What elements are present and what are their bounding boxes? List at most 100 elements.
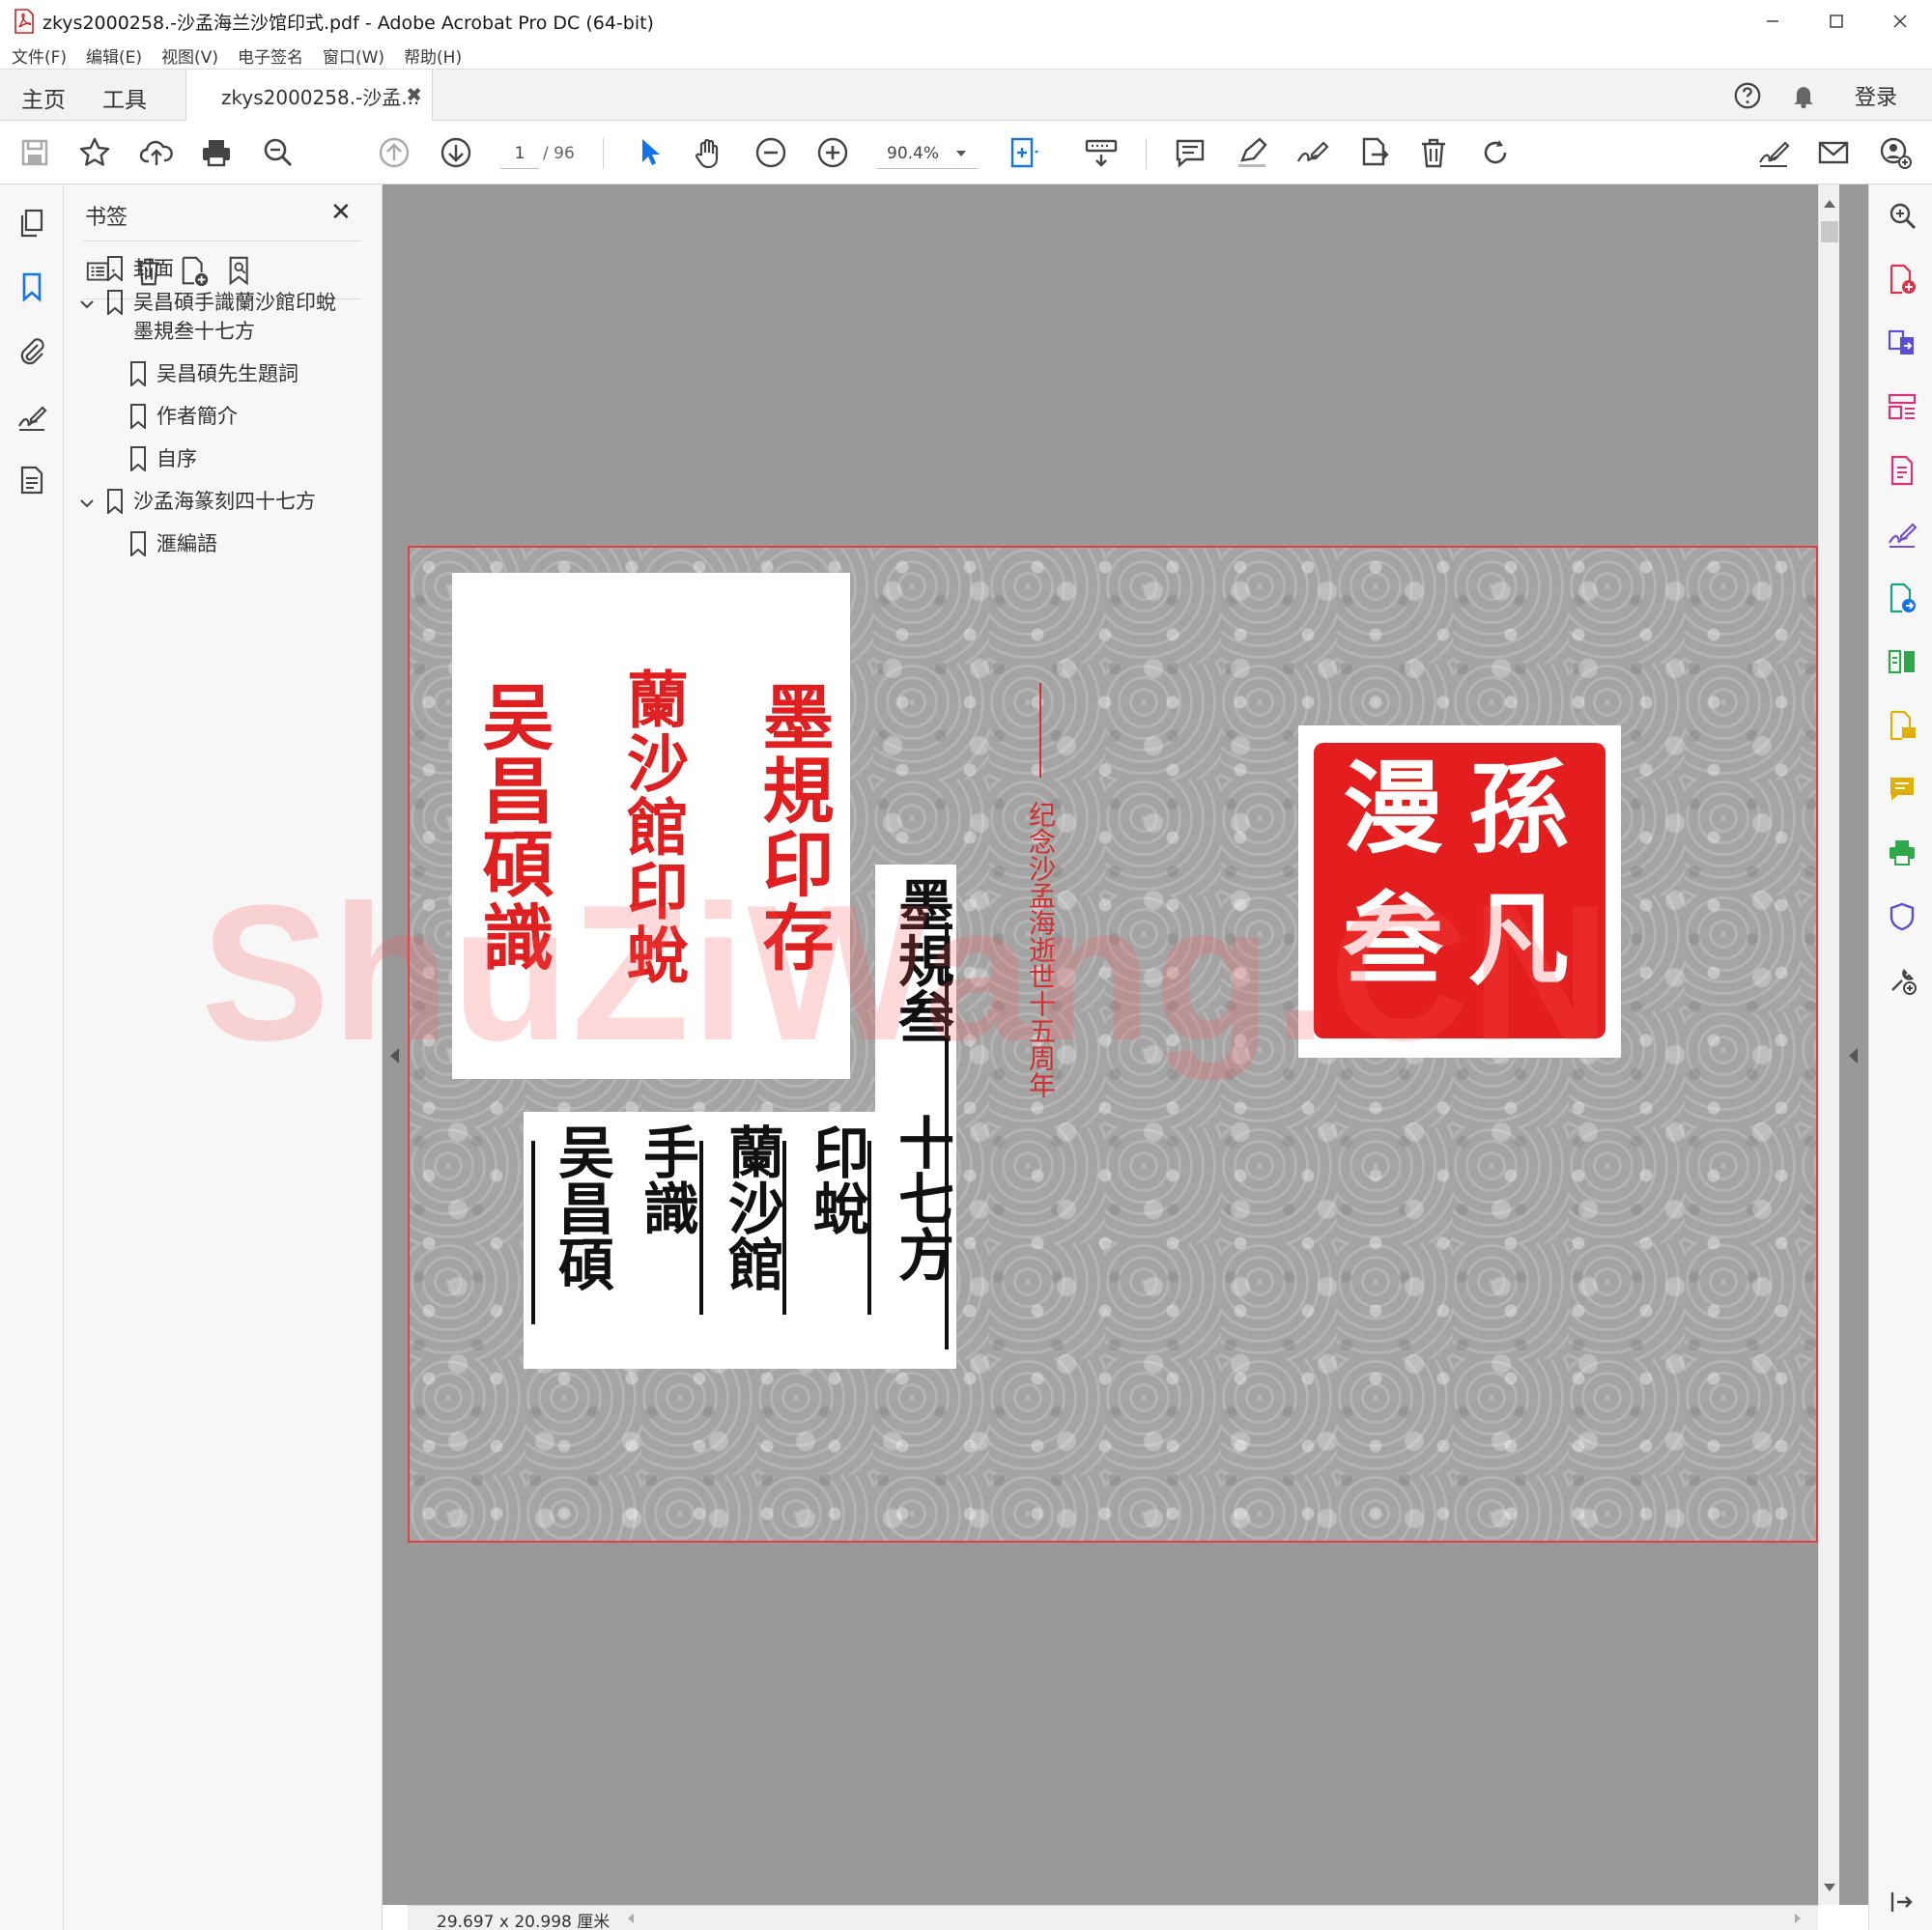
- zoom-in-icon[interactable]: [813, 133, 852, 172]
- menu-esign[interactable]: 电子签名: [238, 43, 303, 68]
- menu-bar: 文件(F) 编辑(E) 视图(V) 电子签名 窗口(W) 帮助(H): [0, 43, 1932, 69]
- more-tools-icon[interactable]: [1885, 963, 1919, 998]
- bookmark-icon: [130, 446, 146, 471]
- compare-files-icon[interactable]: [1885, 644, 1919, 679]
- next-page-icon[interactable]: [437, 133, 475, 172]
- document-properties-icon[interactable]: [14, 463, 49, 497]
- column-rule: [945, 1112, 949, 1349]
- zoom-dropdown-icon[interactable]: [956, 151, 966, 156]
- column-rule: [782, 1141, 786, 1315]
- print-icon[interactable]: [197, 133, 236, 172]
- fill-sign-icon[interactable]: [1754, 133, 1793, 172]
- fill-and-sign-icon[interactable]: [1885, 517, 1919, 552]
- export-icon[interactable]: [1354, 133, 1393, 172]
- scroll-right-icon[interactable]: [1795, 1914, 1801, 1923]
- edit-pdf-icon[interactable]: [1885, 453, 1919, 488]
- menu-file[interactable]: 文件(F): [12, 43, 67, 68]
- create-pdf-icon[interactable]: [1885, 262, 1919, 297]
- comment-icon[interactable]: [1171, 133, 1209, 172]
- scan-ocr-icon[interactable]: [1885, 708, 1919, 743]
- maximize-icon[interactable]: [1804, 0, 1868, 43]
- tab-document[interactable]: zkys2000258.-沙孟... ✖: [185, 70, 433, 122]
- title-column: 手識: [634, 1123, 699, 1235]
- bookmark-label: 作者簡介: [156, 405, 238, 428]
- collapse-tools-pane-icon[interactable]: [1885, 1885, 1919, 1919]
- minimize-icon[interactable]: [1741, 0, 1804, 43]
- bookmarks-panel-title: 书签: [85, 206, 128, 230]
- upload-cloud-icon[interactable]: [137, 133, 176, 172]
- acrobat-pdf-icon: [14, 9, 35, 34]
- status-bar: 29.697 x 20.998 厘米: [408, 1905, 1818, 1930]
- bookmark-icon: [107, 489, 123, 514]
- collapse-chevron-icon[interactable]: [79, 297, 95, 312]
- tab-home[interactable]: 主页: [21, 81, 66, 114]
- keyboard-scroll-icon[interactable]: [1082, 133, 1121, 172]
- bookmark-icon[interactable]: [14, 270, 49, 304]
- signature-panel-icon[interactable]: [14, 399, 49, 434]
- sign-icon[interactable]: [1293, 133, 1331, 172]
- export-pdf-icon[interactable]: [1885, 581, 1919, 615]
- title-bar: zkys2000258.-沙孟海兰沙馆印式.pdf - Adobe Acroba…: [0, 0, 1932, 43]
- tab-tools[interactable]: 工具: [102, 81, 147, 114]
- bookmark-label: 封面: [133, 257, 174, 280]
- scroll-down-icon[interactable]: [1824, 1884, 1835, 1891]
- bookmark-label: 吴昌碩手識蘭沙館印蛻: [133, 291, 336, 314]
- highlight-pen-icon[interactable]: [1233, 133, 1271, 172]
- menu-window[interactable]: 窗口(W): [323, 43, 384, 68]
- bookmark-label-line2: 墨規叁十七方: [133, 320, 255, 343]
- expand-right-panel-icon[interactable]: [1849, 1048, 1858, 1064]
- scroll-left-icon[interactable]: [628, 1914, 634, 1923]
- close-tab-icon[interactable]: ✖: [406, 83, 422, 106]
- title-column: 印蛻: [804, 1123, 869, 1235]
- select-cursor-icon[interactable]: [630, 133, 668, 172]
- notification-bell-icon[interactable]: [1787, 79, 1820, 112]
- email-icon[interactable]: [1814, 133, 1853, 172]
- seal-character: 孫: [1468, 749, 1570, 867]
- page-thumbnails-icon[interactable]: [14, 206, 49, 241]
- delete-icon[interactable]: [1414, 133, 1453, 172]
- print-production-icon[interactable]: [1885, 836, 1919, 870]
- bookmark-label: 滙編語: [156, 532, 217, 555]
- page-number-input[interactable]: 1: [500, 140, 539, 169]
- close-icon[interactable]: [1868, 0, 1932, 43]
- column-rule: [699, 1141, 703, 1315]
- menu-help[interactable]: 帮助(H): [404, 43, 462, 68]
- title-column: 蘭沙館: [719, 1123, 784, 1291]
- title-column: 十七方: [889, 1114, 954, 1282]
- find-zoom-icon[interactable]: [259, 133, 298, 172]
- menu-edit[interactable]: 编辑(E): [86, 43, 142, 68]
- organize-pages-icon[interactable]: [1885, 389, 1919, 424]
- page-size-readout: 29.697 x 20.998 厘米: [437, 1913, 611, 1930]
- new-bookmark-icon[interactable]: [176, 252, 214, 291]
- scroll-thumb[interactable]: [1821, 221, 1838, 242]
- hand-icon[interactable]: [690, 133, 728, 172]
- login-button[interactable]: 登录: [1855, 80, 1897, 111]
- bookmark-icon: [130, 361, 146, 386]
- search-zoom-icon[interactable]: [1885, 198, 1919, 233]
- vertical-scrollbar[interactable]: [1818, 184, 1839, 1905]
- save-icon[interactable]: [15, 133, 54, 172]
- title-block-lower: 十七方 印蛻 蘭沙館 手識 吴昌碩: [524, 1112, 956, 1369]
- toolbar: 1 / 96 90.4%: [0, 121, 1932, 184]
- rotate-icon[interactable]: [1476, 133, 1515, 172]
- column-rule: [867, 1141, 871, 1315]
- comment-tool-icon[interactable]: [1885, 772, 1919, 807]
- find-bookmark-icon[interactable]: [222, 252, 261, 291]
- help-icon[interactable]: [1731, 79, 1764, 112]
- fit-page-icon[interactable]: [1005, 133, 1043, 172]
- attachment-icon[interactable]: [14, 333, 49, 368]
- scroll-up-icon[interactable]: [1824, 200, 1835, 208]
- left-navigation-rail: [0, 184, 64, 1930]
- menu-view[interactable]: 视图(V): [161, 43, 218, 68]
- bookmark-icon: [107, 290, 123, 315]
- zoom-out-icon[interactable]: [752, 133, 790, 172]
- combine-files-icon[interactable]: [1885, 326, 1919, 360]
- toolbar-divider: [1146, 138, 1147, 169]
- close-panel-icon[interactable]: ✕: [330, 198, 352, 227]
- collapse-chevron-icon[interactable]: [79, 496, 95, 511]
- bookmark-label: 吴昌碩先生題詞: [156, 362, 298, 385]
- star-icon[interactable]: [75, 133, 114, 172]
- prev-page-icon[interactable]: [375, 133, 413, 172]
- protect-shield-icon[interactable]: [1885, 899, 1919, 934]
- add-user-icon[interactable]: [1876, 133, 1915, 172]
